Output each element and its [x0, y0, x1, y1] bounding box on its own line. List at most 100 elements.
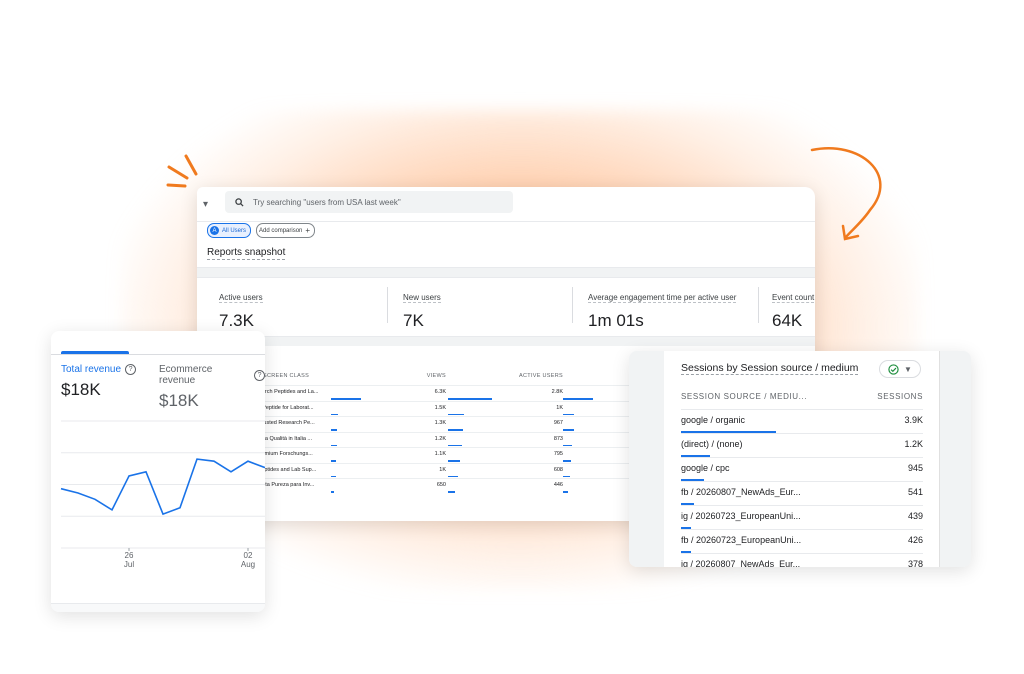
x-tick-day: 02 — [244, 551, 253, 560]
row-sessions: 945 — [907, 463, 923, 473]
revenue-line-chart: 26Jul 02Aug — [60, 420, 265, 569]
section-divider — [197, 336, 815, 346]
revenue-series-line — [60, 458, 265, 516]
card-title: Sessions by Session source / medium — [681, 362, 859, 375]
plus-icon: + — [305, 226, 311, 235]
metric-label: Active users — [219, 293, 263, 303]
metric-label: Average engagement time per active user — [588, 293, 737, 303]
table-body: esearch Peptides and La... 6.3K 2.8K rch Pe… — [249, 385, 639, 494]
metric-label: New users — [403, 293, 441, 303]
row-source: (direct) / (none) — [681, 439, 743, 449]
table-row[interactable]: n Peptides and Lab Sup... 1K 608 — [249, 462, 639, 479]
comparison-chips: A All Users Add comparison + — [207, 223, 316, 238]
row-views: 1.1K — [434, 451, 446, 457]
metric-value: 7K — [403, 311, 424, 330]
add-comparison-chip[interactable]: Add comparison + — [256, 223, 316, 238]
next-column-bar — [563, 491, 568, 493]
divider — [758, 287, 759, 323]
metric-label: Event count — [772, 293, 815, 303]
table-row[interactable]: google / cpc 945 — [681, 457, 923, 481]
help-icon[interactable]: ? — [125, 364, 137, 375]
table-row[interactable]: rch Peptide for Laborat... 1.5K 1K — [249, 400, 639, 417]
row-sessions: 1.2K — [904, 439, 923, 449]
row-active-users: 795 — [553, 451, 563, 457]
row-active-users: 446 — [553, 482, 563, 488]
row-active-users: 608 — [553, 466, 563, 473]
next-column-bar — [563, 460, 572, 462]
search-placeholder: Try searching "users from USA last week" — [253, 197, 401, 207]
check-circle-icon — [888, 363, 899, 375]
metric-active-users[interactable]: Active users 7.3K — [207, 287, 263, 331]
active-users-bar — [448, 491, 456, 493]
header-source: SESSION SOURCE / MEDIU... — [681, 392, 808, 401]
tab-label: Total revenue — [61, 364, 122, 375]
table-row[interactable]: esearch Peptides and La... 6.3K 2.8K — [249, 385, 639, 401]
all-users-chip[interactable]: A All Users — [207, 223, 252, 238]
table-row[interactable]: ly Trusted Research Pe... 1.3K 967 — [249, 416, 639, 432]
metric-avg-engagement[interactable]: Average engagement time per active user … — [576, 287, 737, 331]
table-row[interactable]: | Premium Forschungs... 1.1K 795 — [249, 447, 639, 463]
table-row[interactable]: ig / 20260723_EuropeanUni... 439 — [681, 505, 923, 529]
tab-total-revenue[interactable]: Total revenue? $18K — [61, 364, 137, 400]
divider — [572, 287, 573, 323]
table-row[interactable]: fb / 20260723_EuropeanUni... 426 — [681, 529, 923, 553]
active-users-bar — [448, 398, 492, 400]
row-views: 1.5K — [434, 404, 446, 411]
row-sessions: 439 — [907, 511, 923, 521]
next-column-bar — [563, 475, 570, 477]
page-title: Reports snapshot — [207, 247, 286, 260]
metric-value: 64K — [772, 311, 803, 330]
active-users-bar — [448, 444, 462, 446]
row-name: ly Trusted Research Pe... — [253, 420, 315, 426]
top-bar: ▾ Try searching "users from USA last wee… — [197, 187, 815, 222]
search-bar[interactable]: Try searching "users from USA last week" — [225, 191, 513, 213]
table-row[interactable]: ig / 20260807_NewAds_Eur... 378 — [681, 553, 923, 567]
divider — [387, 287, 388, 323]
x-tick-month: Jul — [124, 560, 134, 569]
tab-ecommerce-revenue[interactable]: Ecommerce revenue? $18K — [159, 364, 265, 411]
help-icon[interactable]: ? — [254, 369, 265, 381]
row-source: google / organic — [681, 415, 746, 425]
table-row[interactable]: fb / 20260807_NewAds_Eur... 541 — [681, 481, 923, 505]
metric-value: 7.3K — [219, 311, 254, 330]
row-views: 1K — [439, 466, 446, 473]
tab-label: Ecommerce revenue — [159, 364, 213, 386]
table-row[interactable]: di Alta Qualità in Italia ... 1.2K 873 — [249, 431, 639, 448]
add-comparison-label: Add comparison — [259, 227, 303, 234]
row-sessions: 3.9K — [904, 415, 923, 425]
chevron-down-icon: ▼ — [904, 364, 912, 374]
revenue-card: Total revenue? $18K Ecommerce revenue? $… — [51, 331, 265, 612]
right-gutter — [939, 351, 971, 567]
next-column-bar — [563, 444, 573, 446]
row-name: | Premium Forschungs... — [253, 451, 313, 457]
header-sessions: SESSIONS — [877, 392, 923, 401]
row-name: de Alta Pureza para Inv... — [253, 482, 315, 488]
next-column-bar — [563, 429, 574, 431]
row-views: 6.3K — [434, 389, 446, 395]
views-bar — [331, 413, 339, 415]
property-dropdown-arrow-icon[interactable]: ▾ — [203, 199, 208, 210]
table-row[interactable]: (direct) / (none) 1.2K — [681, 433, 923, 457]
table-row[interactable]: google / organic 3.9K — [681, 409, 923, 433]
row-source: google / cpc — [681, 463, 730, 473]
row-name: rch Peptide for Laborat... — [253, 404, 314, 411]
metric-new-users[interactable]: New users 7K — [391, 287, 441, 331]
tab-value: $18K — [61, 380, 101, 399]
active-users-bar — [448, 475, 458, 477]
search-icon — [235, 197, 244, 207]
row-name: esearch Peptides and La... — [253, 389, 319, 395]
x-tick-day: 26 — [125, 551, 134, 560]
row-active-users: 967 — [553, 420, 563, 426]
metric-event-count[interactable]: Event count 64K — [760, 287, 815, 331]
pages-table: SCREEN CLASS VIEWS ACTIVE USERS esearch … — [249, 373, 639, 494]
views-bar — [331, 460, 337, 462]
row-sessions: 426 — [907, 535, 923, 545]
next-column-bar — [563, 398, 593, 400]
compare-dropdown-button[interactable]: ▼ — [879, 360, 921, 378]
tab-value: $18K — [159, 391, 199, 410]
table-row[interactable]: de Alta Pureza para Inv... 650 446 — [249, 478, 639, 494]
next-column-bar — [563, 413, 574, 415]
row-source: fb / 20260807_NewAds_Eur... — [681, 487, 801, 497]
sessions-panel: Sessions by Session source / medium ▼ SE… — [664, 351, 940, 567]
views-bar — [331, 398, 361, 400]
